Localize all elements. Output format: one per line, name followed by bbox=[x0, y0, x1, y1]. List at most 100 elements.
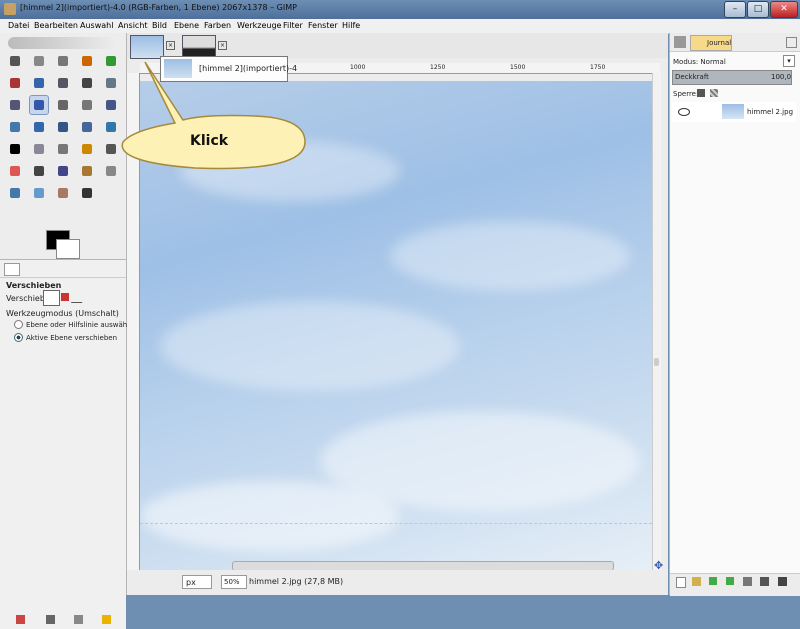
color-picker-tool-icon[interactable] bbox=[78, 74, 96, 92]
ruler-tick: 1250 bbox=[430, 64, 446, 71]
layers-tab-icon[interactable] bbox=[674, 36, 686, 48]
menu-ansicht[interactable]: Ansicht bbox=[118, 21, 148, 30]
layers-dock: Journal Modus: Normal ▾ Deckkraft 100,0 … bbox=[669, 33, 800, 596]
ink-tool-icon[interactable] bbox=[54, 162, 72, 180]
blur-tool-icon[interactable] bbox=[30, 184, 48, 202]
journal-tab[interactable]: Journal bbox=[690, 35, 732, 51]
anchor-layer-icon[interactable] bbox=[760, 577, 769, 586]
raise-layer-icon[interactable] bbox=[709, 577, 717, 585]
new-layer-group-icon[interactable] bbox=[692, 577, 701, 586]
radio-pick-layer[interactable] bbox=[14, 320, 23, 329]
menu-bearbeiten[interactable]: Bearbeiten bbox=[34, 21, 78, 30]
bucket-fill-tool-icon[interactable] bbox=[30, 140, 48, 158]
ruler-tick: 1500 bbox=[510, 64, 526, 71]
delete-layer-icon[interactable] bbox=[778, 577, 787, 586]
tab-close-icon[interactable]: × bbox=[166, 41, 175, 50]
lower-layer-icon[interactable] bbox=[726, 577, 734, 585]
move-selection-button-icon[interactable] bbox=[61, 293, 69, 301]
mode-label[interactable]: Modus: Normal bbox=[673, 58, 726, 66]
save-options-icon[interactable] bbox=[16, 615, 25, 624]
vertical-scrollbar[interactable] bbox=[652, 73, 661, 593]
unit-select[interactable]: px bbox=[182, 575, 212, 589]
lasso-tool-icon[interactable] bbox=[54, 52, 72, 70]
minimize-button[interactable]: – bbox=[724, 1, 746, 18]
dock-menu-icon[interactable] bbox=[786, 37, 797, 48]
blend-tool-icon[interactable] bbox=[54, 140, 72, 158]
wilber-banner bbox=[8, 37, 118, 49]
fuzzy-select-tool-icon[interactable] bbox=[78, 52, 96, 70]
status-info: himmel 2.jpg (27,8 MB) bbox=[249, 577, 344, 586]
delete-options-icon[interactable] bbox=[74, 615, 83, 624]
menu-farben[interactable]: Farben bbox=[204, 21, 231, 30]
menu-fenster[interactable]: Fenster bbox=[308, 21, 338, 30]
tool-options-title: Verschieben bbox=[6, 281, 62, 290]
crop-tool-icon[interactable] bbox=[78, 96, 96, 114]
window-title: [himmel 2](importiert)-4.0 (RGB-Farben, … bbox=[20, 3, 297, 12]
airbrush-tool-icon[interactable] bbox=[30, 162, 48, 180]
layer-row[interactable]: himmel 2.jpg bbox=[672, 102, 796, 122]
move-layer-button-icon[interactable] bbox=[43, 290, 60, 306]
maximize-button[interactable]: □ bbox=[747, 1, 769, 18]
lock-pixels-icon[interactable] bbox=[697, 89, 705, 97]
move-path-button-icon[interactable] bbox=[70, 292, 87, 303]
status-bar: px 50% himmel 2.jpg (27,8 MB) bbox=[127, 570, 668, 595]
mode-dropdown-icon[interactable]: ▾ bbox=[783, 55, 795, 67]
eraser-tool-icon[interactable] bbox=[6, 162, 24, 180]
callout-text: Klick bbox=[190, 133, 229, 149]
opacity-slider[interactable]: Deckkraft 100,0 bbox=[672, 70, 792, 85]
lock-label: Sperre: bbox=[673, 90, 699, 98]
lock-alpha-icon[interactable] bbox=[710, 89, 718, 97]
menu-bild[interactable]: Bild bbox=[152, 21, 167, 30]
scale-tool-icon[interactable] bbox=[6, 118, 24, 136]
measure-tool-icon[interactable] bbox=[6, 96, 24, 114]
flip-tool-icon[interactable] bbox=[78, 118, 96, 136]
title-bar: [himmel 2](importiert)-4.0 (RGB-Farben, … bbox=[0, 0, 800, 19]
restore-options-icon[interactable] bbox=[46, 615, 55, 624]
menu-auswahl[interactable]: Auswahl bbox=[80, 21, 113, 30]
menu-filter[interactable]: Filter bbox=[283, 21, 303, 30]
tooltip-thumbnail bbox=[164, 59, 192, 78]
menu-datei[interactable]: Datei bbox=[8, 21, 29, 30]
clone-tool-icon[interactable] bbox=[78, 162, 96, 180]
tooltip-text: [himmel 2](importiert)-4 bbox=[199, 64, 298, 73]
text-tool-icon[interactable] bbox=[6, 140, 24, 158]
menu-werkzeuge[interactable]: Werkzeuge bbox=[237, 21, 281, 30]
gimp-icon bbox=[4, 3, 16, 15]
new-layer-icon[interactable] bbox=[676, 577, 686, 588]
ruler-tick: 1750 bbox=[590, 64, 606, 71]
menu-ebene[interactable]: Ebene bbox=[174, 21, 199, 30]
duplicate-layer-icon[interactable] bbox=[743, 577, 752, 586]
tab-close-icon[interactable]: × bbox=[218, 41, 227, 50]
dodge-burn-tool-icon[interactable] bbox=[78, 184, 96, 202]
align-tool-icon[interactable] bbox=[54, 96, 72, 114]
perspective-clone-tool-icon[interactable] bbox=[6, 184, 24, 202]
tab-tooltip: [himmel 2](importiert)-4 bbox=[160, 56, 297, 82]
eye-icon[interactable] bbox=[678, 108, 690, 116]
foreground-select-tool-icon[interactable] bbox=[30, 74, 48, 92]
menu-bar: Datei Bearbeiten Auswahl Ansicht Bild Eb… bbox=[0, 19, 800, 34]
tool-mode-label: Werkzeugmodus (Umschalt) bbox=[6, 309, 119, 318]
move-tool-icon[interactable] bbox=[29, 95, 49, 115]
scissors-tool-icon[interactable] bbox=[6, 74, 24, 92]
close-button[interactable]: ✕ bbox=[770, 1, 798, 18]
rect-select-tool-icon[interactable] bbox=[6, 52, 24, 70]
background-color[interactable] bbox=[56, 239, 80, 259]
perspective-tool-icon[interactable] bbox=[54, 118, 72, 136]
reset-options-icon[interactable] bbox=[102, 615, 111, 624]
paths-tool-icon[interactable] bbox=[54, 74, 72, 92]
layer-name: himmel 2.jpg bbox=[747, 108, 794, 116]
tool-options-panel: Verschieben Verschieben: Werkzeugmodus (… bbox=[0, 259, 138, 629]
zoom-select[interactable]: 50% bbox=[221, 575, 247, 589]
shear-tool-icon[interactable] bbox=[30, 118, 48, 136]
option-pick-layer: Ebene oder Hilfslinie auswählen bbox=[26, 321, 138, 329]
pencil-tool-icon[interactable] bbox=[78, 140, 96, 158]
ellipse-select-tool-icon[interactable] bbox=[30, 52, 48, 70]
option-active-layer: Aktive Ebene verschieben bbox=[26, 334, 118, 342]
menu-hilfe[interactable]: Hilfe bbox=[342, 21, 360, 30]
tool-options-tab-icon[interactable] bbox=[4, 263, 20, 276]
smudge-tool-icon[interactable] bbox=[54, 184, 72, 202]
radio-active-layer[interactable] bbox=[14, 333, 23, 342]
layer-boundary bbox=[140, 523, 652, 524]
ruler-tick: 1000 bbox=[350, 64, 366, 71]
layer-thumbnail bbox=[722, 104, 744, 119]
